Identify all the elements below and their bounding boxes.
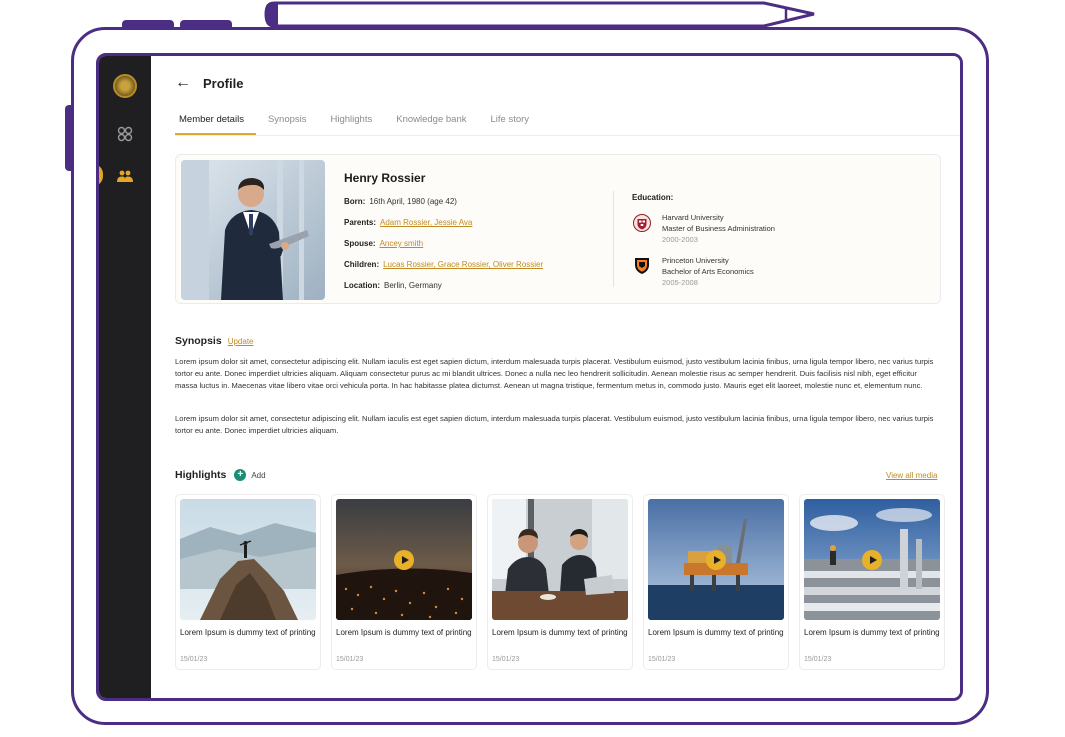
location-row: Location: Berlin, Germany xyxy=(344,281,442,290)
industrial-pipes-image xyxy=(804,499,940,620)
tab-bar: Member details Synopsis Highlights Knowl… xyxy=(175,114,960,136)
synopsis-header: Synopsis Update xyxy=(175,335,253,347)
highlight-title: Lorem Ipsum is dummy text of printing xyxy=(804,628,940,637)
arrow-left-icon[interactable]: ← xyxy=(175,74,191,92)
page-title: Profile xyxy=(203,75,244,91)
tab-member-details[interactable]: Member details xyxy=(175,114,256,135)
highlight-title: Lorem Ipsum is dummy text of printing xyxy=(492,628,628,637)
highlight-card[interactable]: Lorem Ipsum is dummy text of printing 15… xyxy=(487,494,633,670)
view-all-media-link[interactable]: View all media xyxy=(886,471,937,480)
spouse-label: Spouse: xyxy=(344,239,376,248)
education-degree: Bachelor of Arts Economics xyxy=(662,267,754,276)
profile-photo xyxy=(181,160,325,300)
active-indicator xyxy=(99,164,103,186)
highlights-title: Highlights xyxy=(175,469,227,481)
add-label: Add xyxy=(251,470,266,480)
highlight-date: 15/01/23 xyxy=(648,656,676,663)
synopsis-update-link[interactable]: Update xyxy=(228,337,254,346)
highlights-header: Highlights + Add xyxy=(175,469,266,481)
tab-synopsis[interactable]: Synopsis xyxy=(256,114,319,135)
highlight-date: 15/01/23 xyxy=(180,656,208,663)
play-icon[interactable] xyxy=(862,550,882,570)
sidebar xyxy=(99,56,151,698)
parents-label: Parents: xyxy=(344,218,377,227)
tab-knowledge-bank[interactable]: Knowledge bank xyxy=(384,114,478,135)
mountain-summit-image xyxy=(180,499,316,620)
highlight-card[interactable]: Lorem Ipsum is dummy text of printing 15… xyxy=(799,494,945,670)
grid-icon[interactable] xyxy=(115,124,135,144)
location-value: Berlin, Germany xyxy=(384,281,442,290)
tab-life-story[interactable]: Life story xyxy=(478,114,541,135)
born-row: Born: 16th April, 1980 (age 42) xyxy=(344,197,457,206)
location-label: Location: xyxy=(344,281,380,290)
app-logo[interactable] xyxy=(113,74,137,98)
member-name: Henry Rossier xyxy=(344,171,426,185)
parents-row: Parents: Adam Rossier, Jessie Ava xyxy=(344,218,472,227)
parents-link[interactable]: Adam Rossier, Jessie Ava xyxy=(380,218,472,227)
synopsis-paragraph: Lorem ipsum dolor sit amet, consectetur … xyxy=(175,357,934,391)
children-label: Children: xyxy=(344,260,380,269)
children-row: Children: Lucas Rossier, Grace Rossier, O… xyxy=(344,260,543,269)
spouse-row: Spouse: Ancey smith xyxy=(344,239,423,248)
highlight-card[interactable]: Lorem Ipsum is dummy text of printing 15… xyxy=(175,494,321,670)
offshore-rig-image xyxy=(648,499,784,620)
business-meeting-image xyxy=(492,499,628,620)
main-content: ← Profile Member details Synopsis Highli… xyxy=(151,56,960,698)
highlight-card[interactable]: Lorem Ipsum is dummy text of printing 15… xyxy=(331,494,477,670)
tablet-screen: ← Profile Member details Synopsis Highli… xyxy=(96,53,963,701)
tab-highlights[interactable]: Highlights xyxy=(319,114,385,135)
education-years: 2000-2003 xyxy=(662,235,698,244)
education-years: 2005-2008 xyxy=(662,278,698,287)
education-school: Harvard University xyxy=(662,213,724,222)
education-item: Princeton University Bachelor of Arts Ec… xyxy=(632,256,754,287)
add-highlight-button[interactable]: + Add xyxy=(234,469,266,481)
highlight-card[interactable]: Lorem Ipsum is dummy text of printing 15… xyxy=(643,494,789,670)
education-title: Education: xyxy=(632,193,674,202)
highlight-title: Lorem Ipsum is dummy text of printing xyxy=(336,628,472,637)
synopsis-paragraph: Lorem ipsum dolor sit amet, consectetur … xyxy=(175,414,934,436)
play-icon[interactable] xyxy=(394,550,414,570)
page-header: ← Profile xyxy=(175,74,243,92)
profile-card: Henry Rossier Born: 16th April, 1980 (age… xyxy=(175,154,941,304)
highlight-date: 15/01/23 xyxy=(336,656,364,663)
education-degree: Master of Business Administration xyxy=(662,224,775,233)
play-icon[interactable] xyxy=(706,550,726,570)
synopsis-title: Synopsis xyxy=(175,335,222,347)
born-value: 16th April, 1980 (age 42) xyxy=(369,197,457,206)
city-night-image xyxy=(336,499,472,620)
stylus-pencil xyxy=(264,1,815,28)
highlight-date: 15/01/23 xyxy=(492,656,520,663)
plus-icon: + xyxy=(234,469,247,481)
highlights-list: Lorem Ipsum is dummy text of printing 15… xyxy=(175,494,945,670)
profile-divider xyxy=(613,191,614,287)
highlight-date: 15/01/23 xyxy=(804,656,832,663)
princeton-shield-icon xyxy=(632,256,652,276)
highlight-title: Lorem Ipsum is dummy text of printing xyxy=(648,628,784,637)
highlight-title: Lorem Ipsum is dummy text of printing xyxy=(180,628,316,637)
education-school: Princeton University xyxy=(662,256,729,265)
harvard-crest-icon xyxy=(632,213,652,233)
spouse-link[interactable]: Ancey smith xyxy=(380,239,424,248)
members-icon[interactable] xyxy=(115,166,135,186)
children-link[interactable]: Lucas Rossier, Grace Rossier, Oliver Ros… xyxy=(383,260,543,269)
education-item: Harvard University Master of Business Ad… xyxy=(632,213,775,244)
born-label: Born: xyxy=(344,197,366,206)
